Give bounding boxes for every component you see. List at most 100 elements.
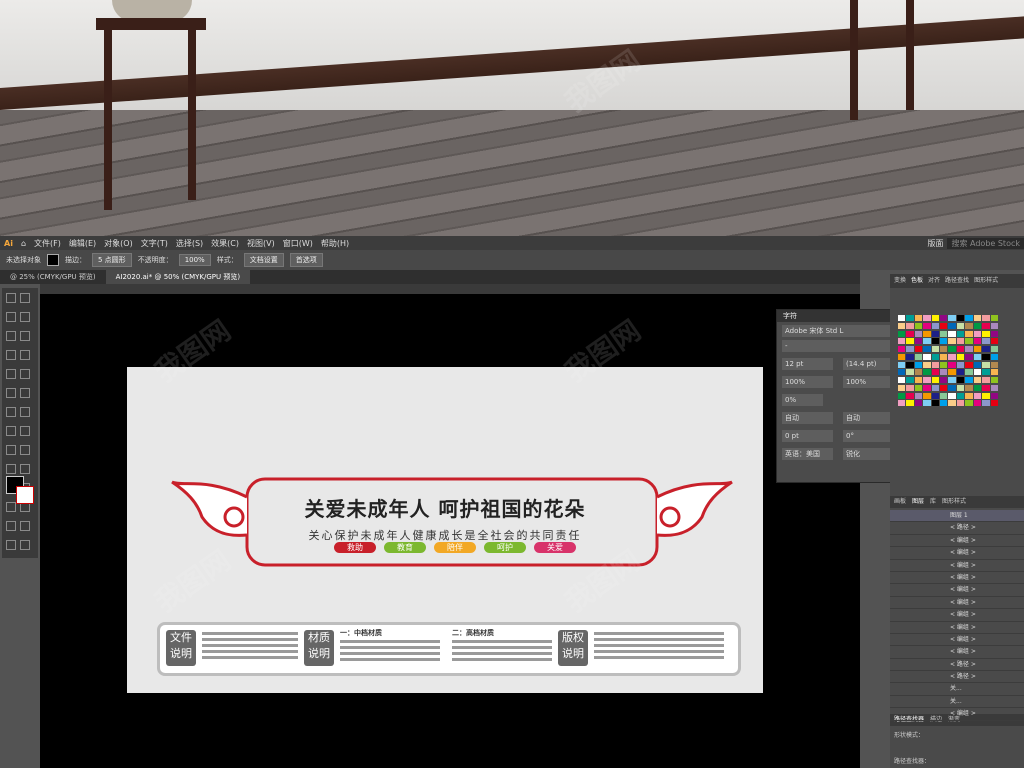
color-swatch[interactable] [973,377,982,383]
color-swatch[interactable] [965,377,973,383]
layer-row[interactable]: < 编组 > [890,622,1024,634]
color-swatch[interactable] [940,315,948,321]
color-swatch[interactable] [956,361,965,368]
color-swatch[interactable] [990,369,998,376]
color-swatch[interactable] [898,369,906,376]
color-swatch[interactable] [982,315,990,321]
color-swatch[interactable] [923,361,931,368]
color-swatch[interactable] [948,353,956,360]
workspace-switcher[interactable]: 版面 [923,238,947,249]
color-swatch[interactable] [965,400,973,407]
color-swatch[interactable] [931,384,940,391]
color-swatch[interactable] [940,400,948,407]
paintbrush-tool-icon[interactable] [20,369,30,379]
color-swatch[interactable] [973,384,982,391]
tab-swatches[interactable]: 色板 [911,274,923,288]
kerning-input[interactable]: 自动 [782,412,833,424]
color-swatch[interactable] [965,315,973,321]
color-swatch[interactable] [940,361,948,368]
slice-tool-icon[interactable] [20,521,30,531]
color-swatch[interactable] [948,384,956,391]
color-swatch[interactable] [948,369,956,376]
layer-row[interactable]: < 路径 > [890,659,1024,672]
color-swatch[interactable] [923,338,931,345]
color-swatch[interactable] [898,315,906,321]
color-swatch[interactable] [923,400,931,407]
color-swatch[interactable] [973,353,982,360]
color-swatch[interactable] [940,369,948,376]
selection-tool-icon[interactable] [6,293,16,303]
tab-document-1[interactable]: @ 25% (CMYK/GPU 预览) [0,270,106,284]
color-swatch[interactable] [940,353,948,360]
color-swatch[interactable] [956,377,965,383]
layer-row[interactable]: 关... [890,696,1024,709]
color-swatch[interactable] [931,315,940,321]
color-swatch[interactable] [923,353,931,360]
tab-pathfinder[interactable]: 路径查找 [945,274,969,288]
layer-row[interactable]: < 编组 > [890,708,1024,721]
tab-artboards[interactable]: 画板 [894,496,906,508]
color-swatch[interactable] [931,361,940,368]
color-swatch[interactable] [956,384,965,391]
color-swatch[interactable] [940,384,948,391]
color-swatch[interactable] [914,384,923,391]
color-swatch[interactable] [948,315,956,321]
menu-item-type[interactable]: 文字(T) [137,238,172,249]
color-swatch[interactable] [973,330,982,337]
color-swatch[interactable] [990,338,998,345]
zoom-tool-icon[interactable] [20,540,30,550]
color-swatch[interactable] [923,315,931,321]
layer-row[interactable]: < 编组 > [890,560,1024,572]
tab-graphic-styles[interactable]: 图形样式 [974,274,998,288]
color-swatch[interactable] [990,361,998,368]
menu-item-file[interactable]: 文件(F) [30,238,65,249]
color-swatch[interactable] [898,384,906,391]
color-swatch[interactable] [990,322,998,329]
brush-select[interactable]: 5 点圆形 [92,253,132,267]
layer-row[interactable]: < 编组 > [890,547,1024,560]
color-swatch[interactable] [990,377,998,383]
color-swatch[interactable] [931,330,940,337]
color-swatch[interactable] [923,384,931,391]
font-size-input[interactable]: 12 pt [782,358,833,370]
gradient-tool-icon[interactable] [20,464,30,474]
kerning-input-2[interactable]: 自动 [843,412,894,424]
document-setup-button[interactable]: 文档设置 [243,253,284,267]
color-swatch[interactable] [965,346,973,352]
artboard-tool-icon[interactable] [6,521,16,531]
pencil-tool-icon[interactable] [6,388,16,398]
color-swatch[interactable] [982,392,990,399]
tab-align[interactable]: 对齐 [928,274,940,288]
color-swatch[interactable] [931,353,940,360]
color-swatch[interactable] [956,315,965,321]
color-swatch[interactable] [948,361,956,368]
color-swatch[interactable] [914,361,923,368]
color-swatch[interactable] [906,315,914,321]
preferences-button[interactable]: 首选项 [289,253,323,267]
color-swatch[interactable] [948,392,956,399]
color-swatch[interactable] [906,400,914,407]
color-swatch[interactable] [956,346,965,352]
color-swatch[interactable] [956,353,965,360]
color-swatch[interactable] [965,353,973,360]
color-swatch[interactable] [923,392,931,399]
color-swatch[interactable] [906,353,914,360]
color-swatch[interactable] [906,361,914,368]
color-swatch[interactable] [973,400,982,407]
color-swatch[interactable] [990,353,998,360]
color-swatch[interactable] [898,353,906,360]
perspective-tool-icon[interactable] [20,445,30,455]
color-swatch[interactable] [906,377,914,383]
color-swatch[interactable] [906,322,914,329]
scale-tool-icon[interactable] [20,407,30,417]
tab-layers[interactable]: 图层 [912,496,924,508]
color-swatch[interactable] [931,400,940,407]
color-swatch[interactable] [898,330,906,337]
layer-row[interactable]: < 编组 > [890,572,1024,585]
shape-builder-tool-icon[interactable] [6,445,16,455]
color-swatch[interactable] [948,346,956,352]
color-swatch[interactable] [898,377,906,383]
leading-input[interactable]: (14.4 pt) [843,358,894,370]
color-swatch[interactable] [914,330,923,337]
color-swatch[interactable] [973,322,982,329]
